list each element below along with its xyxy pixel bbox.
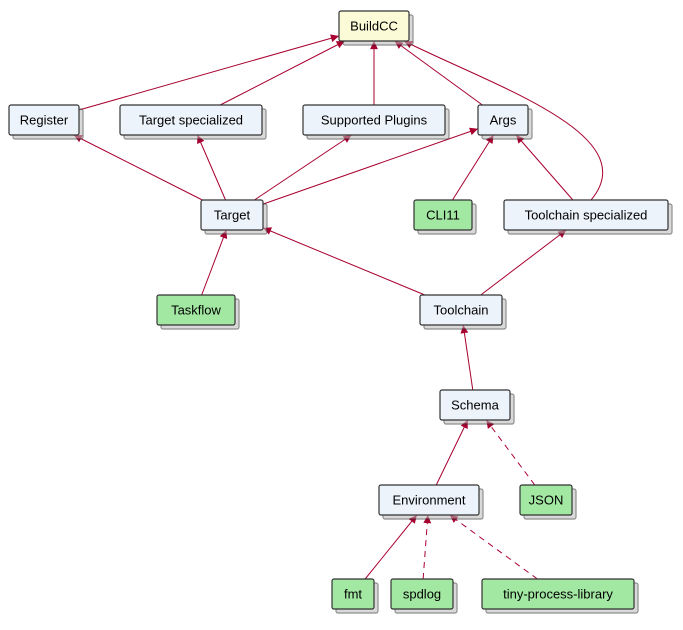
- node-json: JSON: [520, 485, 576, 519]
- node-label-spdlog: spdlog: [403, 586, 441, 601]
- node-plugins: Supported Plugins: [303, 105, 449, 139]
- node-environment: Environment: [379, 485, 483, 519]
- node-label-target: Target: [214, 207, 251, 222]
- edge-register-to-buildcc: [79, 34, 339, 110]
- node-tpl: tiny-process-library: [482, 579, 638, 613]
- edge-target-to-targetspec: [197, 135, 225, 200]
- edge-cli11-to-args: [452, 135, 493, 200]
- node-label-targetspec: Target specialized: [139, 112, 243, 127]
- edge-taskflow-to-target: [202, 230, 227, 295]
- node-fmt: fmt: [332, 579, 378, 613]
- edge-json-to-schema: [486, 420, 535, 485]
- node-targetspec: Target specialized: [120, 105, 266, 139]
- edge-toolchain-to-toolchainspec: [481, 230, 567, 295]
- node-label-buildcc: BuildCC: [350, 18, 398, 33]
- edge-args-to-buildcc: [395, 41, 483, 105]
- node-label-toolchainspec: Toolchain specialized: [525, 207, 648, 222]
- edge-schema-to-toolchain: [461, 325, 473, 390]
- edge-targetspec-to-buildcc: [220, 41, 345, 105]
- edge-environment-to-schema: [436, 420, 467, 485]
- edge-fmt-to-environment: [365, 515, 417, 579]
- edge-spdlog-to-environment: [423, 515, 431, 579]
- node-label-args: Args: [490, 112, 517, 127]
- node-label-toolchain: Toolchain: [434, 302, 489, 317]
- node-args: Args: [478, 105, 532, 139]
- node-toolchain: Toolchain: [420, 295, 506, 329]
- edge-toolchain-to-target: [263, 227, 425, 295]
- node-label-plugins: Supported Plugins: [321, 112, 428, 127]
- node-label-schema: Schema: [451, 397, 499, 412]
- node-toolchainspec: Toolchain specialized: [504, 200, 672, 234]
- dependency-diagram: BuildCC Register Target specialized Support…: [0, 0, 683, 630]
- edge-target-to-register: [74, 135, 203, 200]
- node-schema: Schema: [440, 390, 514, 424]
- node-buildcc: BuildCC: [339, 11, 413, 45]
- node-label-environment: Environment: [393, 492, 466, 507]
- node-taskflow: Taskflow: [157, 295, 239, 329]
- node-label-register: Register: [20, 112, 69, 127]
- node-label-cli11: CLI11: [426, 207, 460, 222]
- node-label-tpl: tiny-process-library: [503, 586, 613, 601]
- node-spdlog: spdlog: [391, 579, 457, 613]
- node-label-json: JSON: [529, 492, 564, 507]
- edge-plugins-to-buildcc: [370, 41, 378, 105]
- node-register: Register: [9, 105, 83, 139]
- node-target: Target: [201, 200, 267, 234]
- edge-toolchainspec-to-args: [516, 135, 573, 200]
- edge-tpl-to-environment: [450, 515, 538, 579]
- node-cli11: CLI11: [414, 200, 476, 234]
- node-label-fmt: fmt: [344, 586, 362, 601]
- node-label-taskflow: Taskflow: [171, 302, 221, 317]
